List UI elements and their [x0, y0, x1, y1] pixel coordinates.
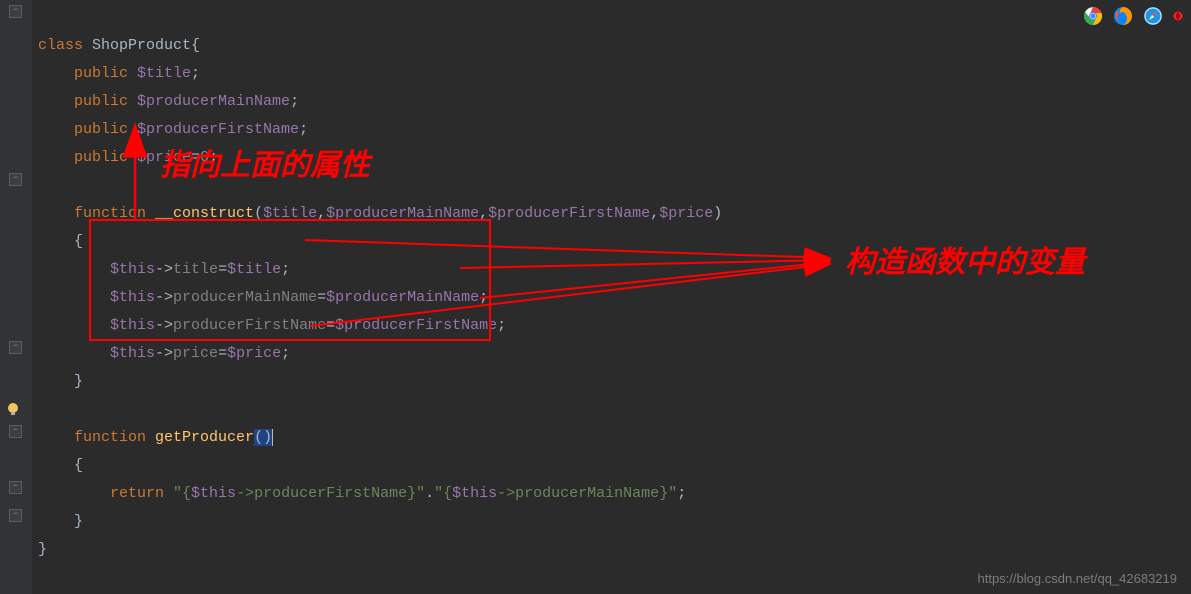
- fold-getproducer-icon[interactable]: −: [9, 425, 22, 438]
- line-14: [38, 401, 47, 418]
- firefox-icon[interactable]: [1113, 6, 1133, 26]
- line-3: public $producerMainName;: [38, 93, 299, 110]
- line-8: {: [38, 233, 83, 250]
- line-1: class ShopProduct{: [38, 37, 200, 54]
- safari-icon[interactable]: [1143, 6, 1163, 26]
- line-7: function __construct($title,$producerMai…: [38, 205, 722, 222]
- line-18: }: [38, 513, 83, 530]
- intention-bulb-icon[interactable]: [6, 402, 20, 416]
- line-2: public $title;: [38, 65, 200, 82]
- line-5: public $price=0;: [38, 149, 218, 166]
- watermark: https://blog.csdn.net/qq_42683219: [978, 571, 1178, 586]
- opera-icon[interactable]: [1173, 6, 1183, 26]
- line-12: $this->price=$price;: [38, 345, 290, 362]
- fold-getproducer-end-icon[interactable]: −: [9, 481, 22, 494]
- fold-construct-end-icon[interactable]: −: [9, 341, 22, 354]
- line-10: $this->producerMainName=$producerMainNam…: [38, 289, 488, 306]
- fold-class-icon[interactable]: −: [9, 5, 22, 18]
- browser-icons-toolbar: [1083, 6, 1183, 26]
- line-9: $this->title=$title;: [38, 261, 290, 278]
- line-4: public $producerFirstName;: [38, 121, 308, 138]
- line-17: return "{$this->producerFirstName}"."{$t…: [38, 485, 686, 502]
- fold-class-end-icon[interactable]: −: [9, 509, 22, 522]
- line-19: }: [38, 541, 47, 558]
- line-6: [38, 177, 47, 194]
- code-editor[interactable]: class ShopProduct{ public $title; public…: [32, 0, 1191, 564]
- line-11: $this->producerFirstName=$producerFirstN…: [38, 317, 506, 334]
- gutter: − − − − − −: [0, 0, 32, 594]
- line-13: }: [38, 373, 83, 390]
- chrome-icon[interactable]: [1083, 6, 1103, 26]
- line-16: {: [38, 457, 83, 474]
- line-15: function getProducer(): [38, 429, 273, 446]
- fold-construct-icon[interactable]: −: [9, 173, 22, 186]
